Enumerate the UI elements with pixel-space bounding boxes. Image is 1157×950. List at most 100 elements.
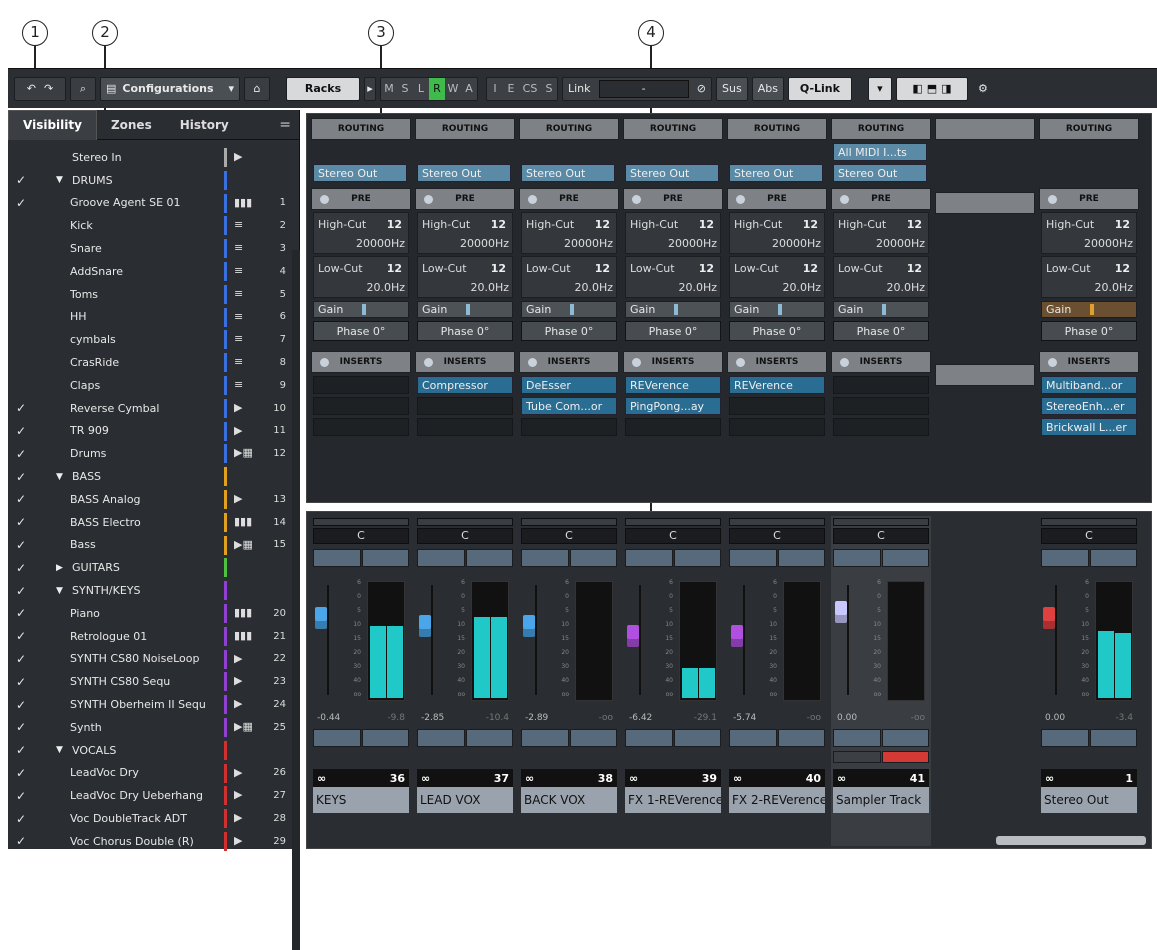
low-cut-control[interactable]: Low-Cut 12 20.0Hz (729, 256, 825, 298)
insert-slot-empty[interactable] (833, 418, 929, 436)
fader-value[interactable]: -5.74 (733, 713, 756, 725)
link-select[interactable]: - (598, 79, 689, 98)
input-routing-empty[interactable] (729, 143, 825, 161)
pre-header[interactable]: PRE (415, 188, 515, 210)
switch-button[interactable] (673, 729, 721, 747)
phase-button[interactable]: Phase 0° (833, 321, 929, 341)
input-routing-empty[interactable] (417, 143, 513, 161)
insert-slot-empty[interactable] (417, 397, 513, 415)
switch-button[interactable] (881, 549, 929, 567)
output-routing[interactable]: Stereo Out (417, 164, 511, 182)
track-row[interactable]: ✓ BASS Analog ▶ 13 (8, 488, 299, 511)
channel-name[interactable]: FX 1-REVerence (625, 787, 721, 813)
mode-button-m[interactable]: M (381, 78, 397, 100)
track-row[interactable]: Snare ≡ 3 (8, 237, 299, 260)
channel-name[interactable]: LEAD VOX (417, 787, 513, 813)
inserts-bypass-icon[interactable] (736, 358, 745, 367)
pan-control[interactable]: C (417, 528, 513, 544)
inserts-bypass-icon[interactable] (424, 358, 433, 367)
layout-buttons[interactable]: ◧ ⬒ ◨ (895, 76, 968, 101)
output-routing-empty[interactable] (1041, 164, 1137, 182)
switch-button[interactable] (361, 549, 409, 567)
abs-button[interactable]: Abs (751, 76, 784, 101)
fader-value[interactable]: 0.00 (1045, 713, 1065, 725)
switch-button[interactable] (465, 549, 513, 567)
switch-button[interactable] (417, 549, 465, 567)
high-cut-control[interactable]: High-Cut 12 20000Hz (521, 212, 617, 254)
fader-value[interactable]: -2.85 (421, 713, 444, 725)
inserts-header[interactable]: INSERTS (623, 351, 723, 373)
insert-slot-empty[interactable] (417, 418, 513, 436)
track-row[interactable]: cymbals ≡ 7 (8, 328, 299, 351)
fader-handle[interactable] (731, 625, 743, 647)
track-row[interactable]: ✓ Retrologue 01 ▮▮▮ 21 (8, 625, 299, 648)
low-cut-control[interactable]: Low-Cut 12 20.0Hz (1041, 256, 1137, 298)
switch-button[interactable] (361, 729, 409, 747)
mode-button-i[interactable]: I (487, 78, 503, 100)
insert-slot-empty[interactable] (833, 376, 929, 394)
track-row[interactable]: ✓ LeadVoc Dry ▶ 26 (8, 762, 299, 785)
fader-handle[interactable] (835, 601, 847, 623)
high-cut-control[interactable]: High-Cut 12 20000Hz (729, 212, 825, 254)
racks-button[interactable]: Racks (286, 76, 360, 101)
channel-name[interactable]: KEYS (313, 787, 409, 813)
switch-button[interactable] (881, 729, 929, 747)
input-routing-empty[interactable] (313, 143, 409, 161)
insert-slot[interactable]: StereoEnh...er (1041, 397, 1137, 415)
insert-slot-empty[interactable] (729, 418, 825, 436)
visibility-check-icon[interactable]: ✓ (8, 515, 34, 529)
pan-control[interactable]: C (1041, 528, 1137, 544)
switch-button[interactable] (625, 549, 673, 567)
record-button[interactable] (881, 751, 929, 763)
insert-slot-empty[interactable] (625, 418, 721, 436)
visibility-check-icon[interactable]: ✓ (8, 424, 34, 438)
track-row[interactable]: ✓ Bass ▶▦ 15 (8, 534, 299, 557)
track-row[interactable]: ✓ Piano ▮▮▮ 20 (8, 602, 299, 625)
input-routing[interactable]: All MIDI I...ts (833, 143, 927, 161)
visibility-check-icon[interactable]: ✓ (8, 652, 34, 666)
switch-button[interactable] (569, 729, 617, 747)
high-cut-control[interactable]: High-Cut 12 20000Hz (1041, 212, 1137, 254)
routing-header[interactable]: ROUTING (727, 118, 827, 140)
settings-button[interactable]: ⚙ (972, 77, 994, 101)
redo-icon[interactable]: ↷ (44, 82, 53, 95)
qlink-button[interactable]: Q-Link (787, 76, 852, 101)
vertical-scrollbar[interactable] (292, 250, 300, 950)
expand-toggle-icon[interactable]: ▶ (56, 563, 72, 573)
peak-value[interactable]: -oo (599, 713, 613, 725)
inserts-header[interactable]: INSERTS (415, 351, 515, 373)
tab-zones[interactable]: Zones (97, 110, 166, 140)
inserts-header[interactable]: INSERTS (727, 351, 827, 373)
low-cut-control[interactable]: Low-Cut 12 20.0Hz (313, 256, 409, 298)
track-row[interactable]: ✓ ▼ SYNTH/KEYS (8, 579, 299, 602)
visibility-check-icon[interactable]: ✓ (8, 196, 34, 210)
mode-button-s[interactable]: S (541, 78, 557, 100)
gain-handle[interactable] (778, 304, 782, 315)
low-cut-control[interactable]: Low-Cut 12 20.0Hz (833, 256, 929, 298)
tab-visibility[interactable]: Visibility (8, 109, 97, 140)
mode-button-r[interactable]: R (429, 77, 445, 100)
link-icon[interactable]: ∞ (525, 772, 534, 785)
pre-bypass-icon[interactable] (736, 195, 745, 204)
track-row[interactable]: ✓ ▼ VOCALS (8, 739, 299, 762)
link-icon[interactable]: ∞ (317, 772, 326, 785)
gain-handle[interactable] (1090, 304, 1094, 315)
right-zone-icon[interactable]: ◨ (941, 82, 951, 95)
expand-toggle-icon[interactable]: ▼ (56, 472, 72, 482)
visibility-check-icon[interactable]: ✓ (8, 675, 34, 689)
track-row[interactable]: ✓ Voc Chorus Double (R) ▶ 29 (8, 830, 299, 853)
pre-header[interactable]: PRE (831, 188, 931, 210)
fader-value[interactable]: -0.44 (317, 713, 340, 725)
visibility-check-icon[interactable]: ✓ (8, 743, 34, 757)
link-icon[interactable]: ∞ (629, 772, 638, 785)
peak-value[interactable]: -29.1 (694, 713, 717, 725)
phase-button[interactable]: Phase 0° (625, 321, 721, 341)
peak-value[interactable]: -oo (807, 713, 821, 725)
visibility-check-icon[interactable]: ✓ (8, 629, 34, 643)
switch-button[interactable] (625, 729, 673, 747)
insert-slot[interactable]: REVerence (729, 376, 825, 394)
undo-icon[interactable]: ↶ (27, 82, 36, 95)
pre-header[interactable]: PRE (727, 188, 827, 210)
top-zone-icon[interactable]: ⬒ (927, 82, 937, 95)
fader-value[interactable]: -6.42 (629, 713, 652, 725)
